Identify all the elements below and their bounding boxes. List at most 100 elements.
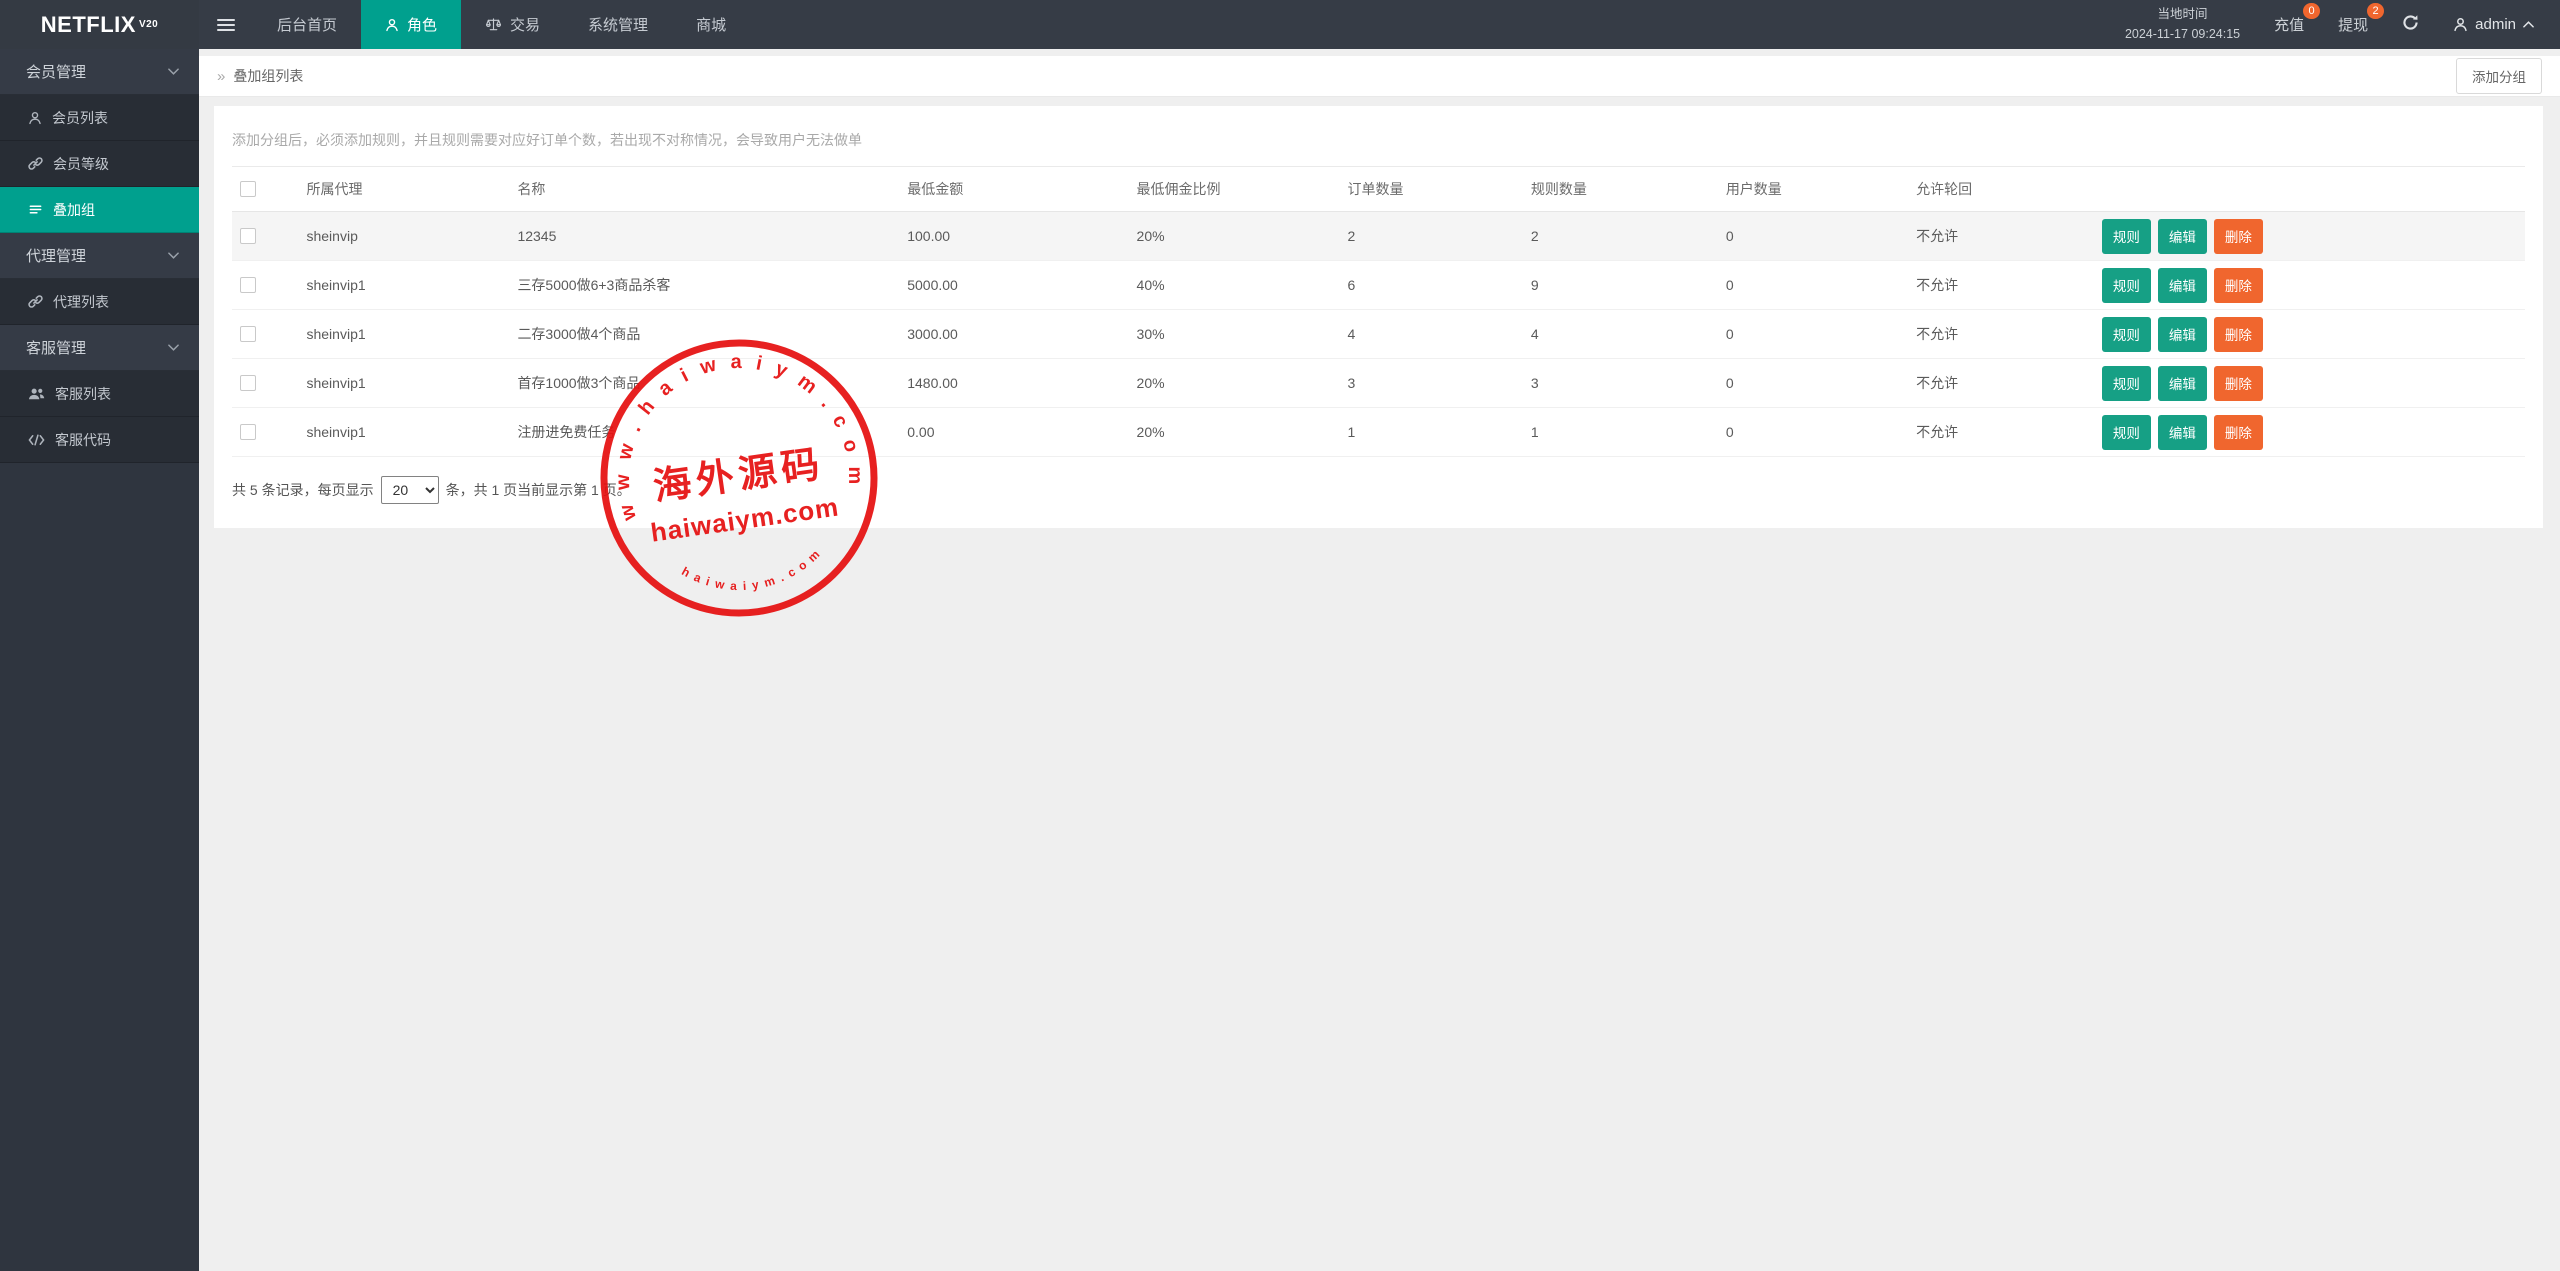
row-checkbox[interactable] — [240, 326, 256, 342]
link-icon — [28, 294, 43, 309]
table-row: sheinvip1三存5000做6+3商品杀客5000.0040%690不允许规… — [232, 261, 2525, 310]
cell-agent: sheinvip1 — [298, 310, 509, 359]
cell-rules: 9 — [1523, 261, 1718, 310]
chevron-down-icon — [168, 344, 179, 351]
cell-name: 二存3000做4个商品 — [509, 310, 899, 359]
cell-min_amount: 0.00 — [899, 408, 1128, 457]
nav-item-1[interactable]: 角色 — [361, 0, 461, 49]
cell-allow_cycle: 不允许 — [1908, 310, 2094, 359]
sidebar-item-5[interactable]: 代理列表 — [0, 279, 199, 325]
edit-button[interactable]: 编辑 — [2158, 366, 2207, 401]
sidebar-item-label: 会员等级 — [53, 154, 109, 174]
nav-item-label: 角色 — [407, 14, 437, 35]
cell-name: 12345 — [509, 212, 899, 261]
admin-menu[interactable]: admin — [2453, 16, 2534, 33]
delete-button[interactable]: 删除 — [2214, 366, 2263, 401]
scales-icon — [485, 17, 502, 32]
delete-button[interactable]: 删除 — [2214, 317, 2263, 352]
cell-orders: 2 — [1339, 212, 1522, 261]
sidebar-group-label: 客服管理 — [26, 337, 86, 358]
cell-users: 0 — [1718, 261, 1908, 310]
cell-min_commission: 20% — [1129, 408, 1340, 457]
cell-agent: sheinvip1 — [298, 359, 509, 408]
cell-min_commission: 20% — [1129, 212, 1340, 261]
table-header-row: 所属代理名称最低金额最低佣金比例订单数量规则数量用户数量允许轮回 — [232, 167, 2525, 212]
table-row: sheinvip12345100.0020%220不允许规则编辑删除 — [232, 212, 2525, 261]
delete-button[interactable]: 删除 — [2214, 268, 2263, 303]
page-size-select[interactable]: 20 — [381, 476, 439, 504]
rule-button[interactable]: 规则 — [2102, 317, 2151, 352]
nav-item-label: 商城 — [696, 14, 726, 35]
cell-min_amount: 5000.00 — [899, 261, 1128, 310]
sidebar-item-label: 客服列表 — [55, 384, 111, 404]
rule-button[interactable]: 规则 — [2102, 366, 2151, 401]
sidebar-item-label: 代理列表 — [53, 292, 109, 312]
table-row: sheinvip1首存1000做3个商品1480.0020%330不允许规则编辑… — [232, 359, 2525, 408]
row-checkbox[interactable] — [240, 228, 256, 244]
sidebar-item-7[interactable]: 客服列表 — [0, 371, 199, 417]
row-checkbox[interactable] — [240, 424, 256, 440]
cell-orders: 4 — [1339, 310, 1522, 359]
users-icon — [28, 387, 45, 401]
withdraw-button[interactable]: 提现 2 — [2338, 14, 2368, 35]
cell-allow_cycle: 不允许 — [1908, 212, 2094, 261]
edit-button[interactable]: 编辑 — [2158, 415, 2207, 450]
person-icon — [2453, 17, 2468, 32]
edit-button[interactable]: 编辑 — [2158, 317, 2207, 352]
cell-allow_cycle: 不允许 — [1908, 359, 2094, 408]
column-header: 最低金额 — [899, 167, 1128, 212]
sidebar-item-1[interactable]: 会员列表 — [0, 95, 199, 141]
sidebar-toggle-button[interactable] — [199, 0, 253, 49]
cell-agent: sheinvip1 — [298, 261, 509, 310]
code-icon — [28, 434, 45, 446]
edit-button[interactable]: 编辑 — [2158, 219, 2207, 254]
sidebar-group-6[interactable]: 客服管理 — [0, 325, 199, 371]
cell-orders: 3 — [1339, 359, 1522, 408]
nav-item-label: 交易 — [510, 14, 540, 35]
withdraw-label: 提现 — [2338, 17, 2368, 34]
rule-button[interactable]: 规则 — [2102, 219, 2151, 254]
page-title: 叠加组列表 — [233, 66, 303, 86]
table-row: sheinvip1注册进免费任务0.0020%110不允许规则编辑删除 — [232, 408, 2525, 457]
row-checkbox[interactable] — [240, 375, 256, 391]
refresh-button[interactable] — [2402, 14, 2419, 36]
recharge-label: 充值 — [2274, 17, 2304, 34]
link-icon — [28, 156, 43, 171]
edit-button[interactable]: 编辑 — [2158, 268, 2207, 303]
cell-allow_cycle: 不允许 — [1908, 408, 2094, 457]
sidebar-item-3[interactable]: 叠加组 — [0, 187, 199, 233]
row-actions: 规则编辑删除 — [2094, 359, 2525, 408]
column-header: 允许轮回 — [1908, 167, 2094, 212]
cell-users: 0 — [1718, 212, 1908, 261]
rule-button[interactable]: 规则 — [2102, 268, 2151, 303]
nav-item-4[interactable]: 商城 — [672, 0, 750, 49]
select-all-checkbox[interactable] — [240, 181, 256, 197]
rule-button[interactable]: 规则 — [2102, 415, 2151, 450]
person-icon — [385, 18, 399, 32]
nav-item-label: 后台首页 — [277, 14, 337, 35]
column-header: 规则数量 — [1523, 167, 1718, 212]
recharge-button[interactable]: 充值 0 — [2274, 14, 2304, 35]
sidebar-group-0[interactable]: 会员管理 — [0, 49, 199, 95]
nav-item-label: 系统管理 — [588, 14, 648, 35]
add-group-button[interactable]: 添加分组 — [2456, 58, 2542, 94]
local-time-value: 2024-11-17 09:24:15 — [2125, 25, 2240, 44]
breadcrumb: » 叠加组列表 — [217, 66, 303, 86]
nav-item-0[interactable]: 后台首页 — [253, 0, 361, 49]
row-checkbox[interactable] — [240, 277, 256, 293]
nav-item-2[interactable]: 交易 — [461, 0, 564, 49]
row-actions: 规则编辑删除 — [2094, 212, 2525, 261]
sidebar-item-label: 客服代码 — [55, 430, 111, 450]
nav-item-3[interactable]: 系统管理 — [564, 0, 672, 49]
group-list-card: 添加分组后，必须添加规则，并且规则需要对应好订单个数，若出现不对称情况，会导致用… — [214, 106, 2543, 528]
delete-button[interactable]: 删除 — [2214, 219, 2263, 254]
chevron-down-icon — [168, 252, 179, 259]
group-table: 所属代理名称最低金额最低佣金比例订单数量规则数量用户数量允许轮回 sheinvi… — [232, 166, 2525, 457]
sidebar-group-4[interactable]: 代理管理 — [0, 233, 199, 279]
local-time: 当地时间 2024-11-17 09:24:15 — [2125, 5, 2240, 44]
sidebar-item-8[interactable]: 客服代码 — [0, 417, 199, 463]
table-body: sheinvip12345100.0020%220不允许规则编辑删除sheinv… — [232, 212, 2525, 457]
delete-button[interactable]: 删除 — [2214, 415, 2263, 450]
sidebar-item-2[interactable]: 会员等级 — [0, 141, 199, 187]
hamburger-icon — [217, 18, 235, 32]
